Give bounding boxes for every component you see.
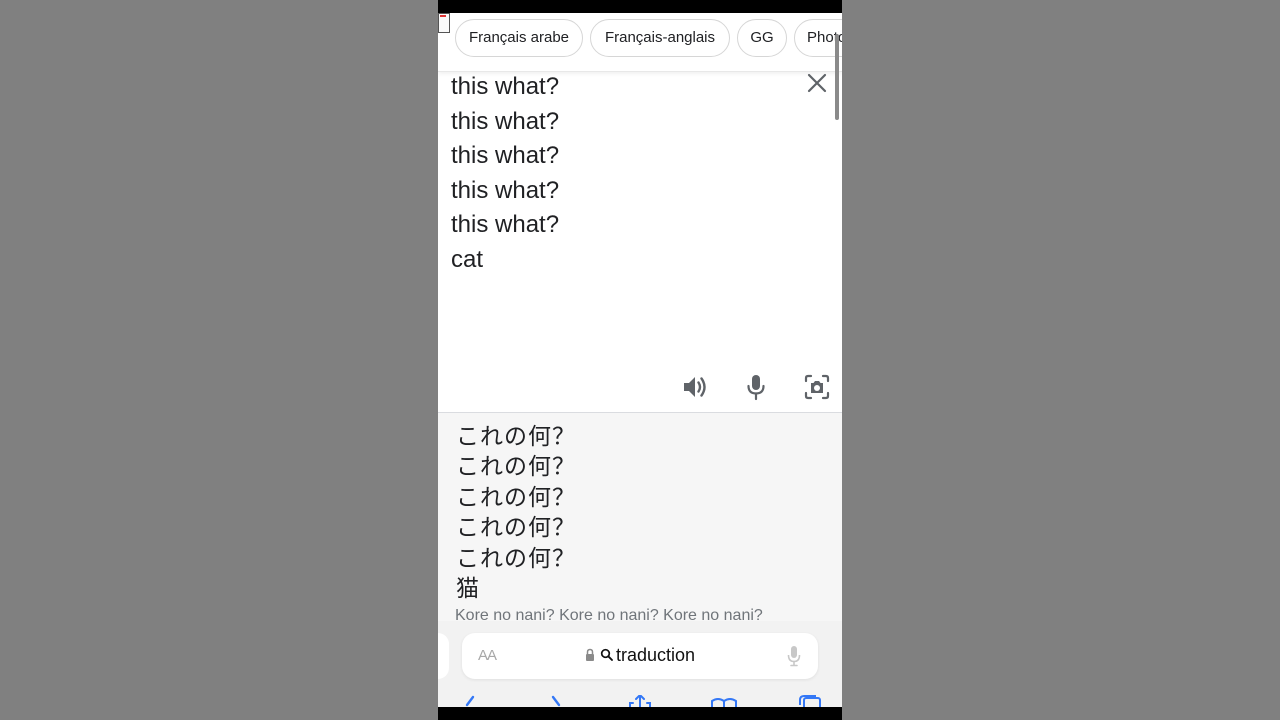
translation-line: これの何？ [456, 484, 576, 511]
previous-tab-edge[interactable] [438, 633, 449, 679]
reader-aa-button[interactable]: AA [478, 647, 497, 664]
camera-icon[interactable] [802, 372, 832, 402]
close-icon[interactable] [804, 70, 830, 96]
lock-icon [585, 648, 595, 662]
chip-francais-anglais[interactable]: Français-anglais [590, 19, 730, 57]
speaker-icon[interactable] [680, 372, 710, 402]
tab-thumbnail[interactable] [438, 13, 450, 33]
chip-francais-arabe[interactable]: Français arabe [455, 19, 583, 57]
translation-line: これの何？ [456, 545, 576, 572]
background-right [842, 0, 1280, 720]
source-line: this what? [451, 176, 560, 204]
source-line: cat [451, 245, 484, 273]
translation-line: これの何？ [456, 515, 576, 542]
romanization-text: Kore no nani? Kore no nani? Kore no nani… [455, 607, 763, 621]
source-line: this what? [451, 73, 560, 100]
search-icon [600, 648, 614, 662]
scrollbar[interactable] [835, 34, 839, 120]
translation-line: 猫 [456, 575, 480, 602]
source-line: this what? [451, 142, 560, 170]
microphone-icon[interactable] [741, 372, 771, 402]
source-text-area[interactable]: this what? this what? this what? this wh… [451, 70, 781, 278]
source-line: this what? [451, 211, 560, 239]
background-left [0, 0, 438, 720]
suggestion-chips-bar: Français arabe Français-anglais GG Photo [438, 13, 842, 72]
browser-toolbar: AA traduction [438, 621, 842, 713]
bottom-letterbox [438, 707, 842, 720]
top-letterbox [438, 0, 842, 13]
translation-line: これの何？ [456, 454, 576, 481]
translation-line: これの何？ [456, 424, 576, 450]
source-line: this what? [451, 107, 560, 135]
address-microphone-icon[interactable] [786, 644, 802, 668]
phone-screen: Français arabe Français-anglais GG Photo… [438, 0, 842, 720]
address-bar[interactable]: AA traduction [462, 633, 818, 679]
translation-result-area: これの何？ これの何？ これの何？ これの何？ これの何？ 猫 Kore no … [438, 413, 842, 621]
url-text: traduction [616, 645, 696, 665]
chip-gg[interactable]: GG [737, 19, 787, 57]
